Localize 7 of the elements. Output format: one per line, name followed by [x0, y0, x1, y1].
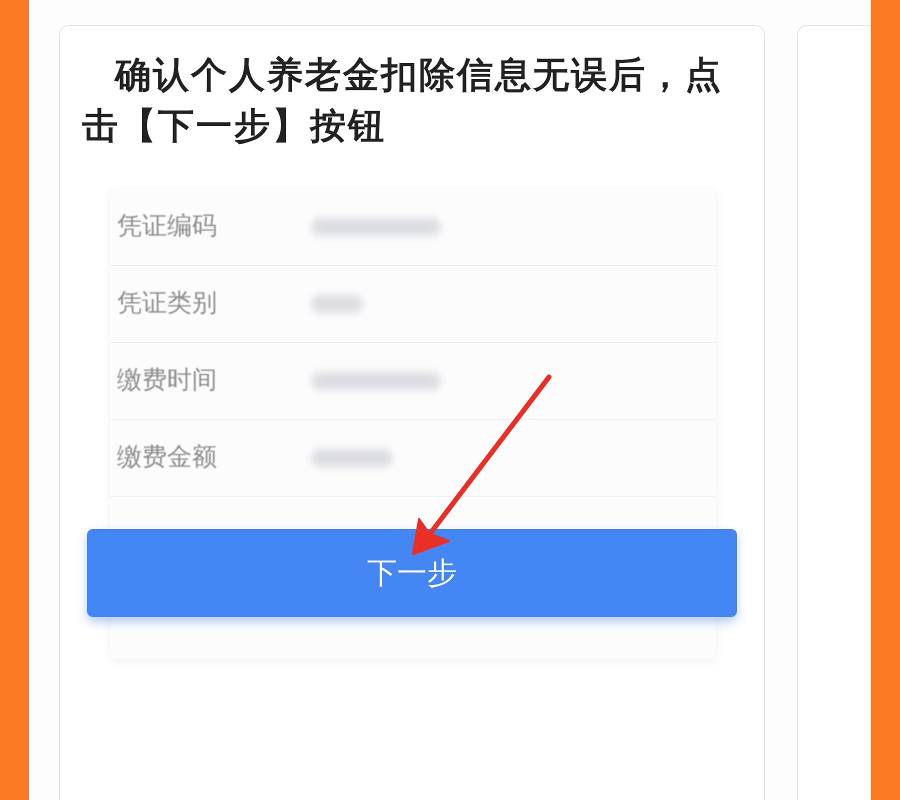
field-label: 缴费时间 [117, 365, 218, 396]
field-label: 缴费金额 [117, 442, 218, 474]
next-step-button[interactable]: 下一步 [87, 529, 737, 617]
instruction-text: 确认个人养老金扣除信息无误后，点击【下一步】按钮 [82, 53, 724, 148]
field-label: 凭证编码 [117, 211, 218, 242]
blurred-value [311, 295, 363, 313]
field-label: 凭证类别 [117, 288, 218, 320]
